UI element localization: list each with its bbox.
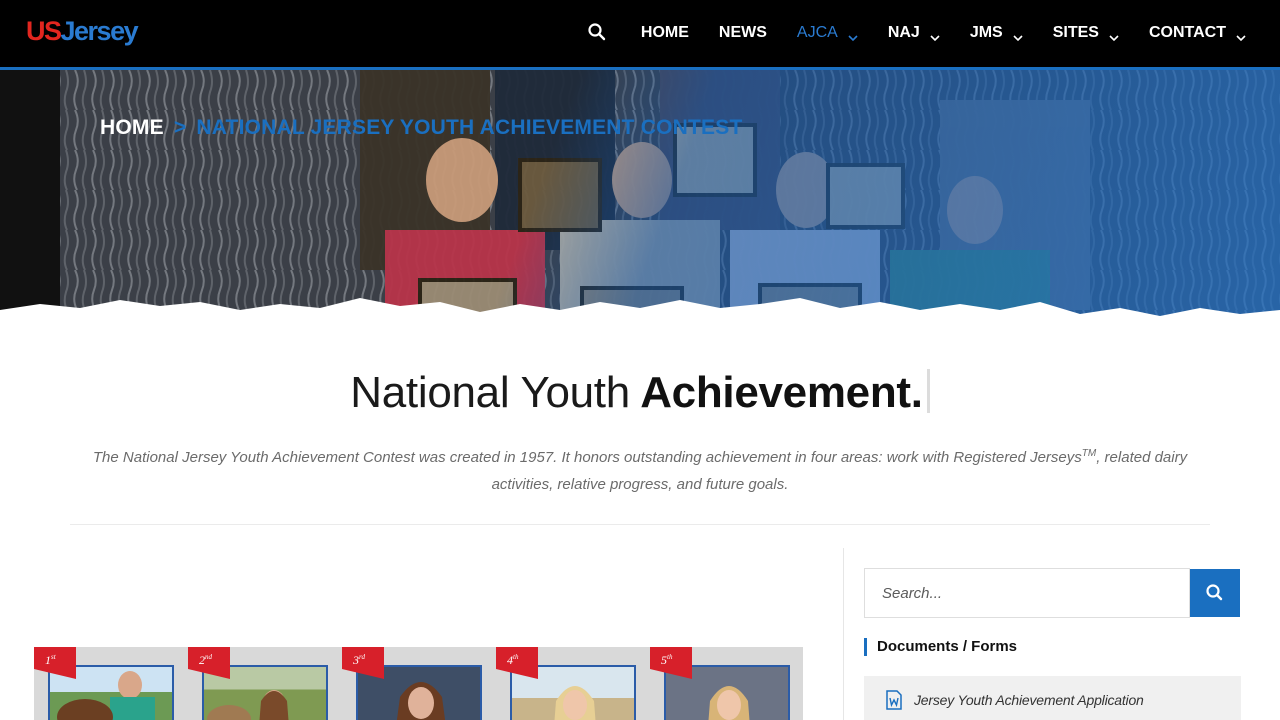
documents-widget-title: Documents / Forms: [864, 638, 1017, 656]
award-card-3: 3rd: [342, 647, 482, 720]
nav-item-news[interactable]: NEWS: [719, 24, 767, 42]
site-logo[interactable]: USJersey: [26, 15, 139, 47]
site-header: USJersey HOME NEWS AJCA NAJ JMS SITES CO…: [0, 0, 1280, 67]
section-divider: [70, 524, 1210, 525]
nav-item-naj[interactable]: NAJ: [888, 24, 940, 42]
page-title: National Youth Achievement.: [0, 368, 1280, 418]
intro-text: The National Jersey Youth Achievement Co…: [92, 449, 1082, 466]
place-label: 5th: [661, 653, 673, 667]
logo-jersey: Jersey: [60, 16, 139, 46]
nav-label: NEWS: [718, 24, 767, 41]
chevron-down-icon: [848, 29, 858, 42]
chevron-down-icon: [1109, 29, 1119, 42]
nav-item-sites[interactable]: SITES: [1053, 24, 1119, 42]
document-link[interactable]: Jersey Youth Achievement Application: [864, 676, 1241, 720]
nav-item-jms[interactable]: JMS: [970, 24, 1023, 42]
word-document-icon: [886, 690, 902, 710]
nav-label: NAJ: [887, 24, 920, 41]
trademark: TM: [1081, 448, 1097, 459]
title-caret: [926, 369, 930, 413]
search-icon[interactable]: [587, 22, 609, 44]
nav-label: CONTACT: [1148, 24, 1226, 41]
nav-label: JMS: [969, 24, 1003, 41]
nav-label: HOME: [640, 24, 689, 41]
logo-us: US: [26, 16, 62, 46]
place-label: 2nd: [199, 653, 212, 667]
intro-paragraph: The National Jersey Youth Achievement Co…: [70, 440, 1210, 498]
nav-item-contact[interactable]: CONTACT: [1149, 24, 1246, 42]
place-label: 4th: [507, 653, 519, 667]
breadcrumb: HOME > NATIONAL JERSEY YOUTH ACHIEVEMENT…: [100, 116, 742, 140]
search-input[interactable]: [865, 569, 1189, 617]
chevron-down-icon: [1236, 29, 1246, 42]
search-submit-button[interactable]: [1190, 569, 1240, 617]
breadcrumb-home[interactable]: HOME: [100, 116, 164, 139]
main-nav: HOME NEWS AJCA NAJ JMS SITES CONTACT: [587, 22, 1246, 44]
sidebar-search-field[interactable]: [864, 568, 1190, 618]
document-label: Jersey Youth Achievement Application: [914, 692, 1144, 708]
award-card-2: 2nd: [188, 647, 328, 720]
place-label: 3rd: [353, 653, 365, 667]
search-icon: [1206, 584, 1223, 601]
sidebar-divider: [843, 548, 844, 720]
chevron-down-icon: [930, 29, 940, 42]
nav-item-home[interactable]: HOME: [641, 24, 689, 42]
award-card-4: 4th: [496, 647, 636, 720]
page-title-bold: Achievement.: [640, 368, 923, 417]
nav-label: AJCA: [796, 24, 838, 41]
hero-banner: HOME > NATIONAL JERSEY YOUTH ACHIEVEMENT…: [0, 70, 1280, 350]
place-label: 1st: [45, 653, 56, 667]
award-winners-image: 1st 2nd 3rd 4th 5th: [34, 647, 803, 720]
breadcrumb-current: NATIONAL JERSEY YOUTH ACHIEVEMENT CONTES…: [196, 116, 743, 139]
torn-paper-edge: [0, 298, 1280, 350]
page-title-light: National Youth: [350, 368, 630, 417]
chevron-down-icon: [1013, 29, 1023, 42]
award-card-1: 1st: [34, 647, 174, 720]
nav-label: SITES: [1052, 24, 1099, 41]
nav-item-ajca[interactable]: AJCA: [797, 24, 858, 42]
award-card-5: 5th: [650, 647, 790, 720]
breadcrumb-separator: >: [173, 116, 187, 139]
